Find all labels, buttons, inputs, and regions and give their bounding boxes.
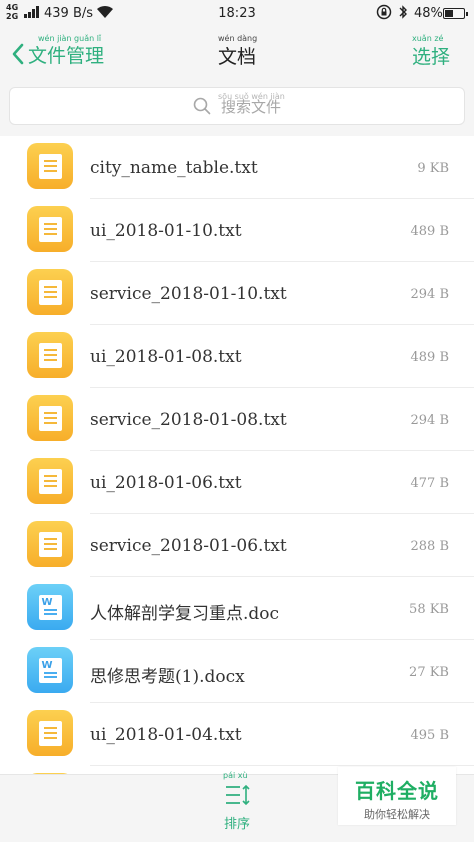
file-size: 58 KB: [409, 602, 449, 617]
text-file-icon: [27, 269, 73, 315]
file-size: 495 B: [410, 728, 450, 743]
file-name: ui_2018-01-10.txt: [90, 221, 242, 241]
file-name: service_2018-01-06.txt: [90, 536, 287, 556]
word-document-icon: W: [27, 584, 73, 630]
file-row[interactable]: W 思修思考题(1).docx 27 KB: [0, 640, 474, 703]
file-size: 294 B: [410, 287, 450, 302]
file-name: city_name_table.txt: [90, 158, 258, 178]
navigation-header: 文件管理 wén jiàn guǎn lǐ 文档 wén dàng 选择 xuǎ…: [0, 28, 474, 78]
file-name: ui_2018-01-04.txt: [90, 725, 242, 745]
watermark-title: 百科全说: [355, 779, 439, 803]
select-button[interactable]: 选择: [412, 42, 450, 69]
file-name: service_2018-01-10.txt: [90, 284, 287, 304]
file-name: 思修思考题(1).docx: [90, 667, 245, 687]
sort-pinyin: pái xù: [223, 771, 248, 780]
file-row[interactable]: W 人体解剖学复习重点.doc 58 KB: [0, 577, 474, 640]
text-file-icon: [27, 332, 73, 378]
text-file-icon: [27, 143, 73, 189]
file-size: 489 B: [410, 350, 450, 365]
file-row[interactable]: service_2018-01-06.txt 288 B: [0, 514, 474, 577]
watermark-logo: 百科全说 助你轻松解决: [338, 767, 456, 825]
text-file-icon: [27, 710, 73, 756]
word-document-icon: W: [27, 647, 73, 693]
file-name: 人体解剖学复习重点.doc: [90, 604, 280, 624]
sort-button[interactable]: 排序: [212, 783, 262, 837]
watermark-subtitle: 助你轻松解决: [364, 808, 430, 821]
text-file-icon: [27, 206, 73, 252]
battery-icon: [443, 8, 468, 19]
title-pinyin: wén dàng: [218, 34, 258, 43]
search-pinyin: sōu suǒ wén jiàn: [218, 92, 285, 101]
search-icon: [193, 97, 211, 115]
file-name: service_2018-01-08.txt: [90, 410, 287, 430]
file-size: 27 KB: [409, 665, 449, 680]
sort-label: 排序: [223, 817, 250, 832]
file-size: 9 KB: [417, 161, 449, 176]
battery-percent: 48%: [414, 6, 443, 21]
text-file-icon: [27, 521, 73, 567]
text-file-icon: [27, 395, 73, 441]
file-row[interactable]: ui_2018-01-08.txt 489 B: [0, 325, 474, 388]
file-row[interactable]: ui_2018-01-10.txt 489 B: [0, 199, 474, 262]
bluetooth-icon: [398, 4, 408, 24]
sort-icon: [226, 784, 250, 806]
search-bar-area: 搜索文件 sōu suǒ wén jiàn: [0, 78, 474, 136]
select-pinyin: xuǎn zé: [412, 34, 444, 43]
file-row[interactable]: ui_2018-01-06.txt 477 B: [0, 451, 474, 514]
file-size: 294 B: [410, 413, 450, 428]
file-list: city_name_table.txt 9 KB ui_2018-01-10.txt…: [0, 136, 474, 774]
file-row[interactable]: ui_2018-01-04.txt 495 B: [0, 703, 474, 766]
file-row[interactable]: service_2018-01-08.txt 294 B: [0, 388, 474, 451]
page-title: 文档: [217, 46, 256, 68]
file-size: 477 B: [410, 476, 450, 491]
file-name: ui_2018-01-08.txt: [90, 347, 242, 367]
file-size: 489 B: [410, 224, 450, 239]
file-size: 288 B: [410, 539, 450, 554]
file-row[interactable]: service_2018-01-10.txt 294 B: [0, 262, 474, 325]
rotation-lock-icon: [376, 4, 392, 24]
file-name: ui_2018-01-06.txt: [90, 473, 242, 493]
text-file-icon: [27, 458, 73, 504]
file-row[interactable]: city_name_table.txt 9 KB: [0, 136, 474, 199]
status-bar: 4G 2G 439 B/s 18:23 48%: [0, 0, 474, 28]
